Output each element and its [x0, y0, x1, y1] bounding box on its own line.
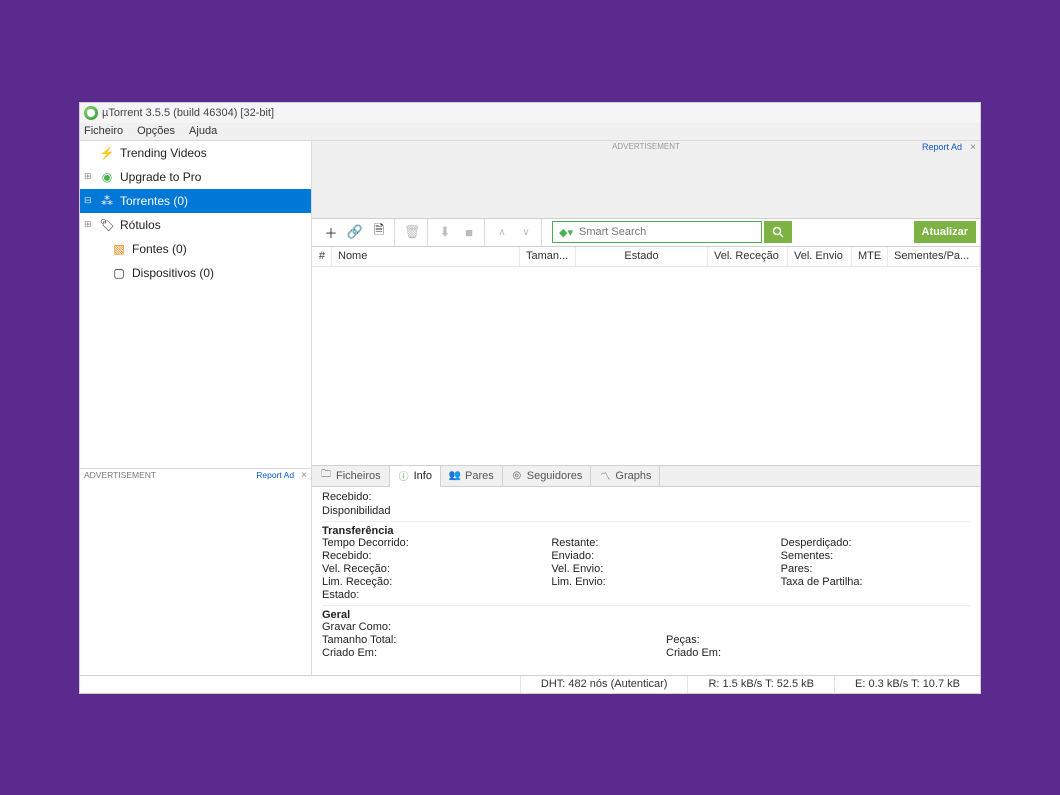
section-general: Geral: [322, 605, 970, 621]
delete-button[interactable]: 🗑: [401, 221, 423, 243]
toolbar: ＋ 🔗 🗎 🗑 ⬇ ■ ∧ ∨ ◆▾: [312, 219, 980, 247]
rss-icon: ▧: [112, 242, 126, 256]
peers-icon: 👥: [449, 470, 461, 482]
sidebar-item-devices[interactable]: ▢ Dispositivos (0): [80, 261, 311, 285]
tab-peers[interactable]: 👥 Pares: [441, 466, 503, 486]
app-window: µTorrent 3.5.5 (build 46304) [32-bit] Fi…: [79, 102, 981, 694]
statusbar: DHT: 482 nós (Autenticar) R: 1.5 kB/s T:…: [80, 675, 980, 693]
move-up-button[interactable]: ∧: [491, 221, 513, 243]
section-transfer: Transferência: [322, 521, 970, 537]
info-received: Recebido:: [322, 491, 970, 503]
sidebar-item-label: Dispositivos (0): [132, 266, 214, 280]
titlebar: µTorrent 3.5.5 (build 46304) [32-bit]: [80, 103, 980, 123]
status-recv[interactable]: R: 1.5 kB/s T: 52.5 kB: [687, 676, 834, 693]
info-availability: Disponibilidad: [322, 505, 970, 517]
col-state[interactable]: Estado: [576, 247, 708, 266]
sidebar-item-upgrade[interactable]: ⊞ ◉ Upgrade to Pro: [80, 165, 311, 189]
sidebar-item-torrents[interactable]: ⊟ ⁂ Torrentes (0): [80, 189, 311, 213]
content: ⚡ Trending Videos ⊞ ◉ Upgrade to Pro ⊟ ⁂…: [80, 141, 980, 675]
col-down[interactable]: Vel. Receção: [708, 247, 788, 266]
sidebar-nav: ⚡ Trending Videos ⊞ ◉ Upgrade to Pro ⊟ ⁂…: [80, 141, 311, 469]
sidebar-item-labels[interactable]: ⊞ 🏷 Rótulos: [80, 213, 311, 237]
search-box: ◆▾: [552, 221, 762, 243]
sidebar-item-label: Trending Videos: [120, 146, 207, 160]
start-button[interactable]: ⬇: [434, 221, 456, 243]
sidebar-item-sources[interactable]: ▧ Fontes (0): [80, 237, 311, 261]
sidebar-item-trending[interactable]: ⚡ Trending Videos: [80, 141, 311, 165]
menubar: Ficheiro Opções Ajuda: [80, 123, 980, 141]
report-ad-link[interactable]: Report Ad: [256, 470, 294, 480]
menu-options[interactable]: Opções: [137, 125, 175, 137]
status-send[interactable]: E: 0.3 kB/s T: 10.7 kB: [834, 676, 980, 693]
stop-button[interactable]: ■: [458, 221, 480, 243]
col-seeds[interactable]: Sementes/Pa...: [888, 247, 980, 266]
tag-icon: 🏷: [100, 218, 114, 232]
folder-icon: 🗀: [320, 470, 332, 482]
ad-label: ADVERTISEMENT: [612, 142, 680, 151]
ad-label: ADVERTISEMENT: [84, 470, 156, 480]
window-title: µTorrent 3.5.5 (build 46304) [32-bit]: [102, 107, 274, 119]
torrent-list[interactable]: [312, 267, 980, 465]
pro-icon: ◉: [100, 170, 114, 184]
sidebar-item-label: Upgrade to Pro: [120, 170, 201, 184]
menu-help[interactable]: Ajuda: [189, 125, 217, 137]
status-empty: [80, 676, 520, 693]
bolt-icon: ⚡: [100, 146, 114, 160]
tab-files[interactable]: 🗀 Ficheiros: [312, 466, 390, 486]
sidebar-item-label: Rótulos: [120, 218, 161, 232]
close-icon[interactable]: ×: [301, 470, 307, 481]
tab-info[interactable]: ⓘ Info: [390, 466, 441, 487]
status-dht[interactable]: DHT: 482 nós (Autenticar): [520, 676, 688, 693]
device-icon: ▢: [112, 266, 126, 280]
sidebar-ad: ADVERTISEMENT Report Ad ×: [80, 469, 311, 675]
col-num[interactable]: #: [312, 247, 332, 266]
add-torrent-button[interactable]: ＋: [320, 221, 342, 243]
tab-graphs[interactable]: 〽 Graphs: [591, 466, 660, 486]
search-input[interactable]: [579, 226, 761, 238]
column-headers: # Nome Taman... Estado Vel. Receção Vel.…: [312, 247, 980, 267]
sidebar-item-label: Fontes (0): [132, 242, 187, 256]
main: ADVERTISEMENT Report Ad × ＋ 🔗 🗎 🗑 ⬇ ■: [312, 141, 980, 675]
move-down-button[interactable]: ∨: [515, 221, 537, 243]
info-icon: ⓘ: [398, 470, 410, 482]
update-button[interactable]: Atualizar: [914, 221, 976, 243]
create-torrent-button[interactable]: 🗎: [368, 221, 390, 243]
graph-icon: 〽: [599, 470, 611, 482]
menu-file[interactable]: Ficheiro: [84, 125, 123, 137]
col-eta[interactable]: MTE: [852, 247, 888, 266]
search-button[interactable]: [764, 221, 792, 243]
sidebar-item-label: Torrentes (0): [120, 194, 188, 208]
close-icon[interactable]: ×: [970, 142, 976, 153]
tracker-icon: ◎: [511, 470, 523, 482]
detail-tabs: 🗀 Ficheiros ⓘ Info 👥 Pares ◎ Seguidores …: [312, 465, 980, 487]
col-up[interactable]: Vel. Envio: [788, 247, 852, 266]
cluster-icon: ⁂: [100, 194, 114, 208]
tab-trackers[interactable]: ◎ Seguidores: [503, 466, 592, 486]
col-name[interactable]: Nome: [332, 247, 520, 266]
app-icon: [84, 106, 98, 120]
col-size[interactable]: Taman...: [520, 247, 576, 266]
search-engine-icon[interactable]: ◆▾: [553, 226, 579, 239]
sidebar: ⚡ Trending Videos ⊞ ◉ Upgrade to Pro ⊟ ⁂…: [80, 141, 312, 675]
add-url-button[interactable]: 🔗: [344, 221, 366, 243]
top-ad: ADVERTISEMENT Report Ad ×: [312, 141, 980, 219]
info-panel: Recebido: Disponibilidad Transferência T…: [312, 487, 980, 675]
report-ad-link[interactable]: Report Ad: [922, 142, 962, 152]
